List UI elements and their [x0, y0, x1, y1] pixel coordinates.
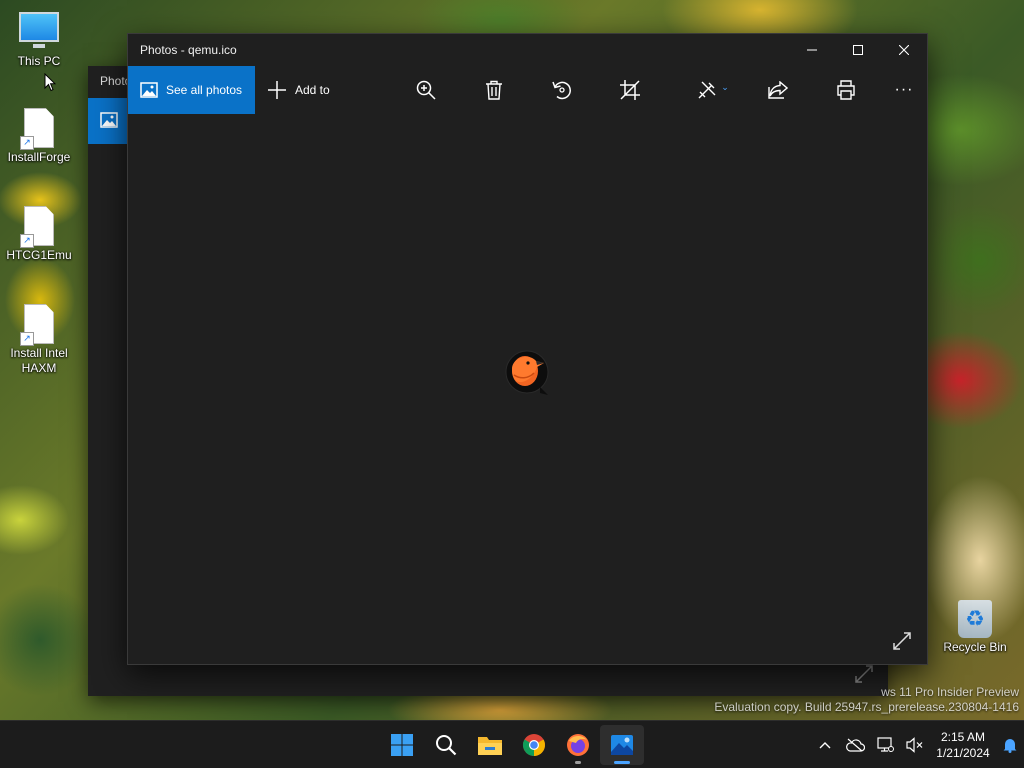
firefox-icon: [567, 734, 589, 756]
rotate-icon: [552, 81, 571, 100]
print-icon: [837, 80, 855, 100]
see-all-photos-button[interactable]: [88, 98, 128, 144]
add-to-button[interactable]: Add to: [255, 66, 344, 114]
edit-icon: [698, 81, 716, 99]
bell-icon: [1003, 739, 1017, 753]
mouse-cursor-icon: [44, 73, 56, 92]
shortcut-arrow-icon: ↗: [20, 332, 34, 346]
rotate-button[interactable]: [542, 66, 582, 114]
shortcut-arrow-icon: ↗: [20, 136, 34, 150]
chrome-icon: [523, 734, 545, 756]
image-viewer[interactable]: [128, 114, 927, 664]
watermark-line-1: ws 11 Pro Insider Preview: [881, 685, 1019, 699]
share-button[interactable]: [758, 66, 798, 114]
start-button[interactable]: [380, 725, 424, 765]
window-controls: [789, 34, 927, 66]
maximize-button[interactable]: [835, 34, 881, 66]
desktop-icon-label: InstallForge: [7, 150, 71, 164]
onedrive-button[interactable]: [840, 725, 870, 765]
file-explorer-icon: [478, 737, 502, 755]
shortcut-arrow-icon: ↗: [20, 234, 34, 248]
see-all-photos-label: See all photos: [166, 83, 243, 97]
recycle-bin-icon: ♻: [958, 600, 992, 638]
toolbar: See all photos Add to ⌄ ···: [128, 66, 927, 114]
zoom-icon: [416, 80, 436, 100]
taskbar: 2:15 AM 1/21/2024: [0, 720, 1024, 768]
tray-overflow-button[interactable]: [810, 725, 840, 765]
zoom-button[interactable]: [406, 66, 446, 114]
photos-window[interactable]: Photos - qemu.ico See all photos Add to: [127, 33, 928, 665]
search-button[interactable]: [424, 725, 468, 765]
taskbar-clock[interactable]: 2:15 AM 1/21/2024: [930, 729, 996, 761]
chevron-up-icon: [819, 742, 831, 749]
photos-icon: [611, 735, 633, 755]
start-icon: [391, 734, 413, 756]
crop-button[interactable]: [610, 66, 650, 114]
volume-muted-icon: [906, 737, 923, 753]
plus-icon: [268, 81, 286, 99]
gallery-icon: [140, 82, 158, 98]
cloud-offline-icon: [846, 738, 865, 752]
edit-button[interactable]: ⌄: [688, 66, 738, 114]
more-icon: ···: [894, 81, 914, 98]
this-pc-icon: [19, 12, 59, 48]
crop-icon: [620, 80, 640, 100]
desktop-icon-label: This PC: [17, 54, 61, 68]
window-title: Photos - qemu.ico: [140, 43, 237, 57]
delete-button[interactable]: [474, 66, 514, 114]
search-icon: [436, 735, 457, 756]
see-all-photos-button[interactable]: See all photos: [128, 66, 255, 114]
desktop-icon-install-intel-haxm[interactable]: ↗ Install Intel HAXM: [1, 304, 77, 376]
desktop-icon-recycle-bin[interactable]: ♻ Recycle Bin: [937, 600, 1013, 655]
fullscreen-icon: [893, 632, 911, 650]
gallery-icon: [100, 112, 118, 128]
taskbar-apps: [380, 721, 644, 768]
desktop-icon-htcg1emu[interactable]: ↗ HTCG1Emu: [1, 206, 77, 263]
desktop-icon-label: Recycle Bin: [943, 640, 1007, 654]
notifications-button[interactable]: [996, 725, 1024, 765]
desktop-icon-label: HTCG1Emu: [6, 248, 72, 262]
chevron-down-icon: ⌄: [721, 81, 729, 92]
minimize-button[interactable]: [789, 34, 835, 66]
clock-time: 2:15 AM: [940, 730, 986, 744]
clock-date: 1/21/2024: [936, 746, 990, 760]
firefox-button[interactable]: [556, 725, 600, 765]
chrome-button[interactable]: [512, 725, 556, 765]
running-indicator: [575, 761, 581, 764]
photos-taskbar-button[interactable]: [600, 725, 644, 765]
watermark-line-2: Evaluation copy. Build 25947.rs_prerelea…: [714, 700, 1019, 714]
close-button[interactable]: [881, 34, 927, 66]
close-icon: [899, 45, 909, 55]
fullscreen-icon[interactable]: [854, 664, 874, 684]
qemu-logo-image: [505, 350, 549, 395]
minimize-icon: [807, 49, 817, 51]
print-button[interactable]: [826, 66, 866, 114]
desktop-icon-label: Install Intel HAXM: [10, 346, 68, 375]
network-icon: [877, 737, 894, 752]
fullscreen-button[interactable]: [889, 628, 915, 654]
system-tray: 2:15 AM 1/21/2024: [810, 721, 1024, 768]
more-options-button[interactable]: ···: [884, 66, 924, 114]
volume-button[interactable]: [900, 725, 930, 765]
desktop-icon-installforge[interactable]: ↗ InstallForge: [1, 108, 77, 165]
file-explorer-button[interactable]: [468, 725, 512, 765]
add-to-label: Add to: [295, 83, 330, 97]
share-icon: [768, 81, 788, 99]
maximize-icon: [853, 45, 863, 55]
desktop-icon-this-pc[interactable]: This PC: [1, 12, 77, 69]
title-bar[interactable]: Photos - qemu.ico: [128, 34, 927, 66]
delete-icon: [486, 80, 502, 100]
windows-watermark: ws 11 Pro Insider Preview Evaluation cop…: [714, 685, 1019, 715]
running-indicator: [614, 761, 630, 764]
network-button[interactable]: [870, 725, 900, 765]
